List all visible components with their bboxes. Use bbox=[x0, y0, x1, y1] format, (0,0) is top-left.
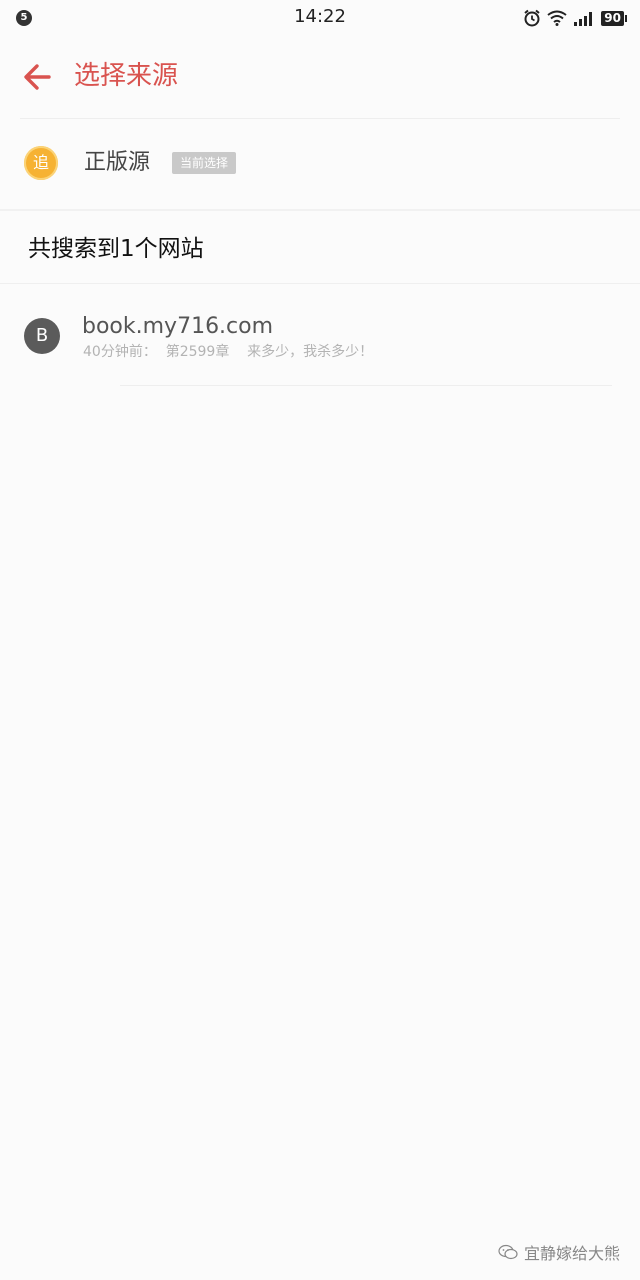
results-count-title: 共搜索到1个网站 bbox=[28, 236, 204, 262]
status-bar: 5 14:22 90 bbox=[0, 0, 640, 36]
wechat-icon bbox=[498, 1244, 518, 1260]
watermark: 宜静嫁给大熊 bbox=[498, 1240, 620, 1264]
source-list-item[interactable]: B book.my716.com 40分钟前： 第2599章 来多少，我杀多少！ bbox=[0, 284, 640, 386]
signal-icon bbox=[574, 12, 593, 26]
watermark-text: 宜静嫁给大熊 bbox=[523, 1244, 620, 1263]
official-source-logo: 追 bbox=[24, 146, 58, 180]
back-arrow-icon[interactable] bbox=[22, 62, 52, 92]
current-selection-badge: 当前选择 bbox=[172, 152, 237, 174]
wifi-icon bbox=[547, 10, 567, 26]
divider bbox=[120, 385, 612, 386]
source-latest-chapter: 40分钟前： 第2599章 来多少，我杀多少！ bbox=[83, 344, 374, 360]
status-icons: 90 bbox=[523, 8, 627, 28]
battery-icon: 90 bbox=[601, 10, 627, 26]
app-bar: 选择来源 bbox=[0, 36, 640, 118]
page-title: 选择来源 bbox=[74, 61, 179, 91]
source-avatar: B bbox=[24, 318, 60, 354]
alarm-icon bbox=[524, 9, 540, 27]
source-domain: book.my716.com bbox=[82, 314, 274, 339]
official-source-row[interactable]: 追 正版源 当前选择 bbox=[0, 119, 640, 209]
official-source-name: 正版源 bbox=[84, 150, 151, 175]
results-header: 共搜索到1个网站 bbox=[0, 211, 640, 283]
